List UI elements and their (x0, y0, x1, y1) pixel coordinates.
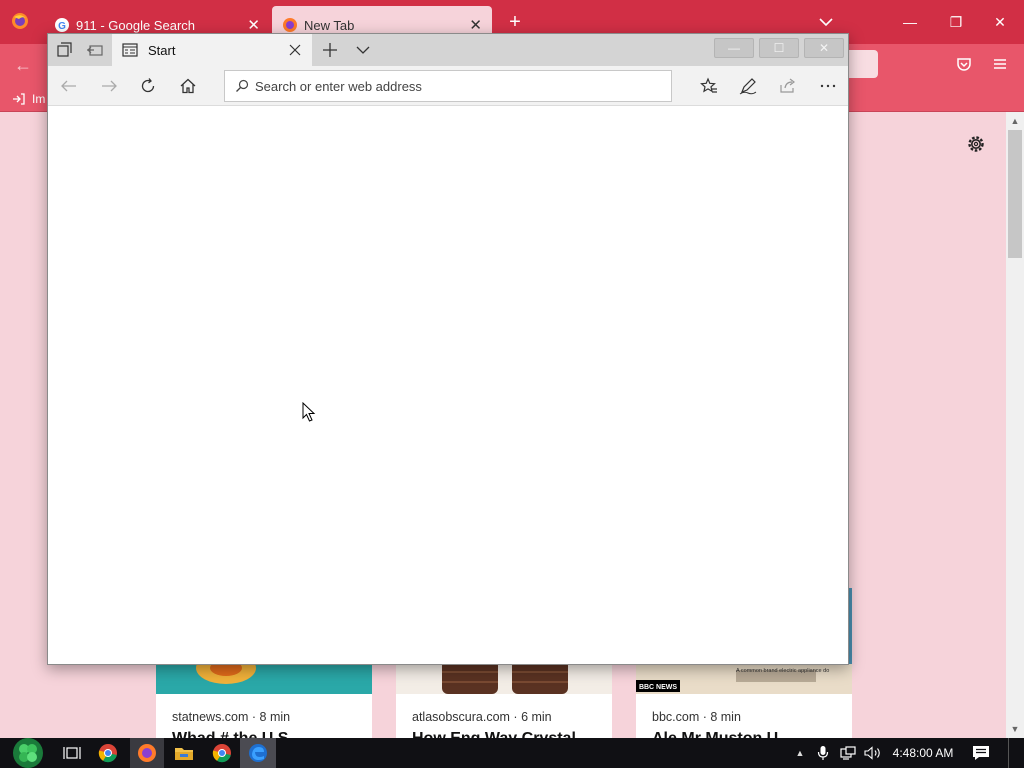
tab-list-chevron-down-icon[interactable] (816, 12, 836, 32)
close-tab-icon[interactable]: ✕ (247, 16, 260, 34)
gear-icon[interactable] (966, 134, 986, 154)
edge-tab-start[interactable]: Start (112, 34, 312, 66)
address-input[interactable] (255, 78, 655, 94)
firefox-icon (138, 744, 156, 762)
tabs-aside-icon[interactable] (56, 41, 74, 59)
story-source: atlasobscura.com · 6 min (412, 710, 552, 724)
new-tab-plus-icon[interactable]: + (504, 10, 526, 34)
share-icon[interactable] (779, 77, 797, 95)
import-label: Im (32, 92, 46, 106)
taskbar-clock[interactable]: 4:48:00 AM (888, 738, 958, 768)
story-title-suffix: # the U.S. (220, 730, 293, 738)
new-tab-plus-icon[interactable] (321, 41, 339, 59)
close-tab-icon[interactable]: ✕ (469, 16, 482, 34)
tab-preview-chevron-down-icon[interactable] (354, 41, 372, 59)
forward-arrow-icon[interactable] (100, 77, 118, 95)
maximize-button[interactable]: ☐ (759, 38, 799, 58)
set-aside-tabs-icon[interactable] (86, 41, 104, 59)
hamburger-menu-icon[interactable] (992, 56, 1008, 72)
minimize-icon[interactable]: — (900, 12, 920, 32)
import-icon (13, 93, 25, 105)
home-icon[interactable] (179, 77, 197, 95)
network-icon[interactable] (838, 738, 858, 768)
svg-text:G: G (58, 21, 66, 32)
story-source: bbc.com · 8 min (652, 710, 741, 724)
restore-icon[interactable]: ❐ (946, 12, 966, 32)
taskbar-chrome[interactable] (92, 738, 124, 768)
firefox-logo-icon[interactable] (10, 11, 30, 31)
story-title: Whad (172, 730, 216, 738)
back-arrow-icon[interactable]: ← (14, 54, 36, 76)
show-hidden-icons-chevron-up-icon[interactable]: ▲ (792, 738, 808, 768)
file-explorer-icon (175, 748, 193, 760)
import-bookmarks-button[interactable]: Im (12, 92, 45, 106)
search-icon (236, 79, 249, 92)
scroll-up-arrow-icon[interactable]: ▲ (1008, 114, 1022, 128)
show-desktop-button[interactable] (1008, 738, 1014, 768)
volume-icon[interactable] (862, 738, 884, 768)
windows-taskbar: ▲ 4:48:00 AM (0, 738, 1024, 768)
address-bar[interactable] (224, 70, 672, 102)
back-arrow-icon[interactable] (60, 77, 78, 95)
microphone-icon[interactable] (814, 738, 832, 768)
edge-window: Start — ☐ ✕ (47, 33, 849, 665)
task-view-icon (63, 747, 81, 759)
pocket-icon[interactable] (956, 56, 972, 72)
story-title-suffix: Mr Muston U (681, 730, 778, 738)
close-tab-icon[interactable] (288, 43, 302, 57)
minimize-button[interactable]: — (714, 38, 754, 58)
story-title: Ale (652, 730, 677, 738)
close-window-icon[interactable]: ✕ (990, 12, 1010, 32)
close-window-button[interactable]: ✕ (804, 38, 844, 58)
start-button[interactable] (8, 738, 48, 768)
mouse-cursor-icon (302, 402, 316, 422)
story-title-suffix: Way Crystal (485, 730, 576, 738)
edge-icon (249, 744, 267, 762)
firefox-icon (283, 18, 297, 32)
bbc-news-badge: BBC NEWS (639, 684, 677, 691)
taskbar-chrome-2[interactable] (206, 738, 238, 768)
google-g-icon: G (55, 18, 69, 32)
favorites-star-icon[interactable] (700, 77, 718, 95)
taskbar-edge[interactable] (240, 738, 276, 768)
edge-page-content[interactable] (48, 106, 848, 664)
scroll-down-arrow-icon[interactable]: ▼ (1008, 722, 1022, 736)
chrome-icon (212, 744, 231, 763)
more-options-ellipsis-icon[interactable] (819, 77, 837, 95)
story-source: statnews.com · 8 min (172, 710, 291, 724)
start-icon (13, 738, 43, 768)
story-image-caption: A common brand electric appliance do (736, 668, 829, 674)
task-view-button[interactable] (58, 738, 86, 768)
edge-tab-title: Start (148, 42, 176, 58)
tab-label: New Tab (304, 17, 355, 33)
refresh-icon[interactable] (139, 77, 157, 95)
scrollbar-thumb[interactable] (1008, 130, 1022, 258)
chrome-icon (98, 744, 117, 763)
web-note-pen-icon[interactable] (739, 77, 757, 95)
taskbar-file-explorer[interactable] (168, 738, 200, 768)
start-page-icon (122, 43, 138, 57)
action-center-icon[interactable] (966, 738, 996, 768)
taskbar-firefox[interactable] (130, 738, 164, 768)
tab-label: 911 - Google Search (76, 17, 195, 33)
story-title: How Eng (412, 730, 480, 738)
